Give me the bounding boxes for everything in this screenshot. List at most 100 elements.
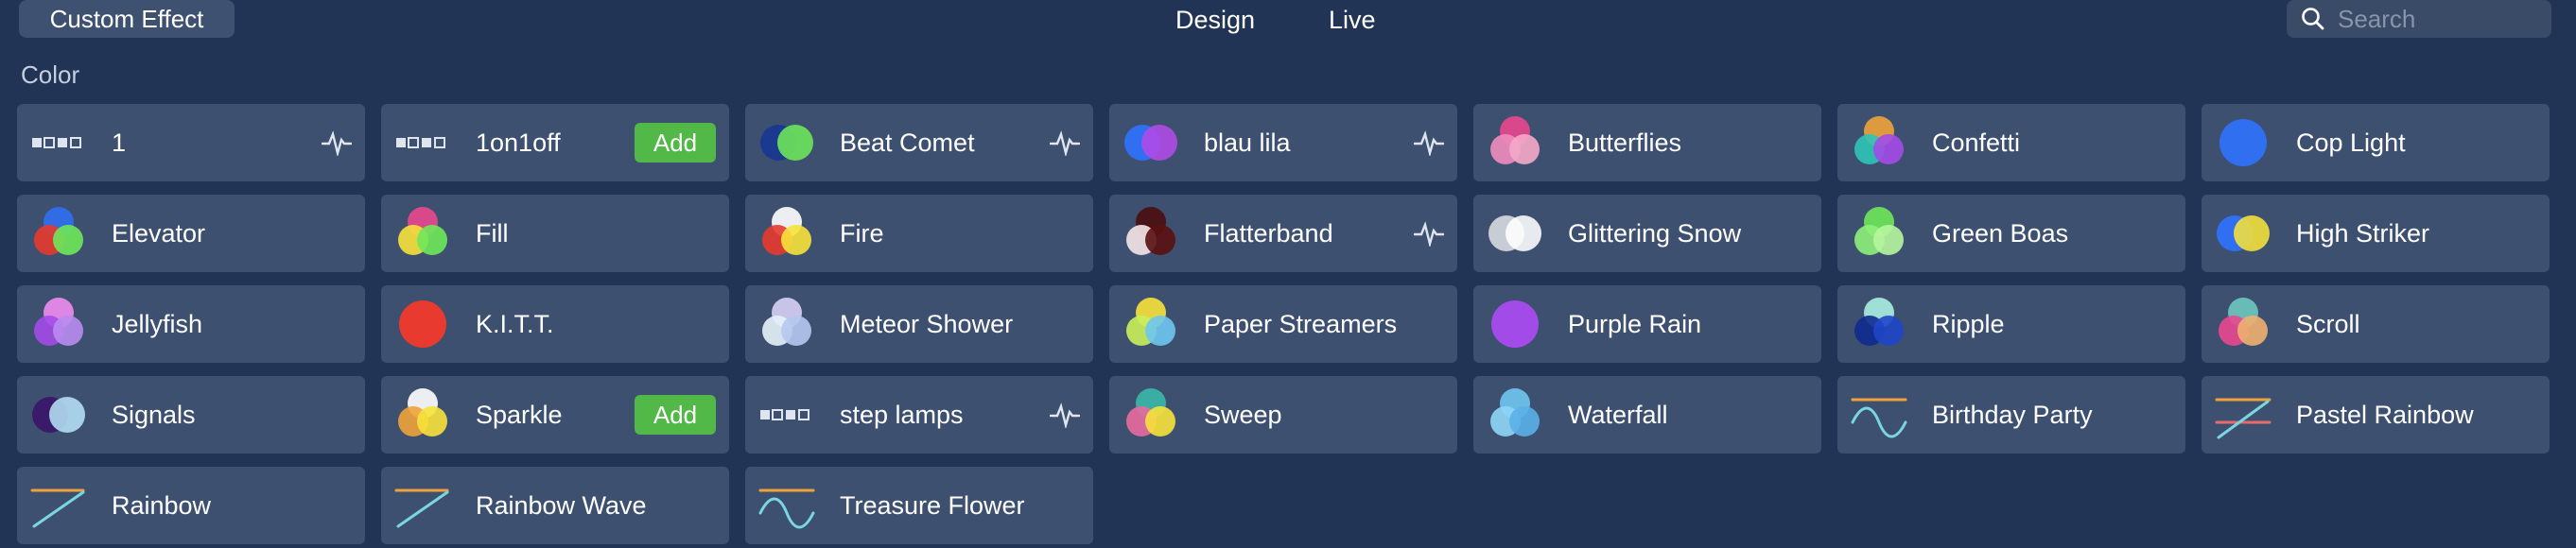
- effect-tile[interactable]: Elevator: [17, 195, 365, 272]
- effect-label: Cop Light: [2296, 128, 2406, 157]
- effect-tile[interactable]: 1: [17, 104, 365, 181]
- effect-label: blau lila: [1204, 128, 1291, 157]
- effect-tile[interactable]: Jellyfish: [17, 285, 365, 363]
- three-circles-icon: [1854, 298, 1904, 346]
- effect-tile[interactable]: Beat Comet: [745, 104, 1093, 181]
- three-circles-icon: [1854, 207, 1904, 255]
- effect-label: Meteor Shower: [840, 310, 1014, 338]
- effect-tile[interactable]: step lamps: [745, 376, 1093, 454]
- three-circles-icon: [1490, 388, 1540, 437]
- three-circles-icon: [34, 298, 83, 346]
- effect-label: Green Boas: [1932, 219, 2069, 248]
- effect-label: Confetti: [1932, 128, 2021, 157]
- effect-label: Waterfall: [1568, 401, 1668, 429]
- effect-label: Flatterband: [1204, 219, 1333, 248]
- effect-tile[interactable]: Flatterband: [1109, 195, 1457, 272]
- pulse-icon[interactable]: [322, 129, 352, 156]
- squares-icon: [32, 137, 81, 148]
- three-circles-icon: [1126, 298, 1175, 346]
- effect-label: Treasure Flower: [840, 491, 1025, 520]
- effect-tile[interactable]: Purple Rain: [1473, 285, 1821, 363]
- effect-tile[interactable]: blau lila: [1109, 104, 1457, 181]
- tab-design[interactable]: Design: [1175, 6, 1255, 34]
- search-icon: [2302, 8, 2324, 30]
- effect-label: Pastel Rainbow: [2296, 401, 2474, 429]
- pulse-icon[interactable]: [1414, 220, 1444, 247]
- two-circles-icon: [32, 397, 85, 433]
- effect-tile[interactable]: Paper Streamers: [1109, 285, 1457, 363]
- pulse-icon[interactable]: [1414, 129, 1444, 156]
- effect-label: Rainbow: [112, 491, 212, 520]
- two-circles-icon: [1488, 215, 1541, 251]
- effect-tile[interactable]: Rainbow: [17, 467, 365, 544]
- pulse-icon[interactable]: [1050, 129, 1080, 156]
- custom-effect-button[interactable]: Custom Effect: [19, 0, 235, 38]
- effect-label: step lamps: [840, 401, 964, 429]
- single-circle-icon: [2219, 119, 2267, 166]
- multi-line-icon: [2215, 398, 2271, 439]
- top-bar: Custom Effect Design Live Search: [0, 0, 2576, 42]
- effect-tile[interactable]: Signals: [17, 376, 365, 454]
- three-circles-icon: [1126, 207, 1175, 255]
- effect-label: Ripple: [1932, 310, 2005, 338]
- effect-tile[interactable]: Rainbow Wave: [381, 467, 729, 544]
- three-circles-icon: [398, 388, 447, 437]
- effect-tile[interactable]: Glittering Snow: [1473, 195, 1821, 272]
- effect-tile[interactable]: Cop Light: [2202, 104, 2550, 181]
- wave-line-icon: [758, 488, 815, 529]
- three-circles-icon: [1490, 116, 1540, 164]
- three-circles-icon: [762, 207, 811, 255]
- effect-tile[interactable]: Sweep: [1109, 376, 1457, 454]
- effect-label: 1: [112, 128, 127, 157]
- pulse-icon[interactable]: [1050, 402, 1080, 428]
- effect-tile[interactable]: Ripple: [1837, 285, 2185, 363]
- effect-tile[interactable]: Fill: [381, 195, 729, 272]
- squares-icon: [760, 409, 809, 420]
- gradient-line-icon: [30, 488, 85, 528]
- effect-tile[interactable]: Waterfall: [1473, 376, 1821, 454]
- effect-tile[interactable]: Scroll: [2202, 285, 2550, 363]
- gradient-line-icon: [394, 488, 449, 528]
- effect-label: Paper Streamers: [1204, 310, 1398, 338]
- tab-live[interactable]: Live: [1329, 6, 1376, 34]
- add-button[interactable]: Add: [635, 123, 716, 163]
- effect-tile[interactable]: Birthday Party: [1837, 376, 2185, 454]
- effect-label: Elevator: [112, 219, 206, 248]
- effect-label: Fill: [476, 219, 509, 248]
- effect-label: Signals: [112, 401, 196, 429]
- effect-tile[interactable]: Confetti: [1837, 104, 2185, 181]
- effects-grid: 1 1on1off Add Beat Comet blau lila Butterflie…: [17, 104, 2550, 544]
- two-circles-icon: [2217, 215, 2270, 251]
- wave-line-icon: [1851, 398, 1907, 438]
- three-circles-icon: [34, 207, 83, 255]
- effect-tile[interactable]: Pastel Rainbow: [2202, 376, 2550, 454]
- two-circles-icon: [760, 125, 813, 161]
- three-circles-icon: [1126, 388, 1175, 437]
- effect-tile[interactable]: High Striker: [2202, 195, 2550, 272]
- effect-label: High Striker: [2296, 219, 2430, 248]
- three-circles-icon: [2219, 298, 2268, 346]
- effect-tile[interactable]: K.I.T.T.: [381, 285, 729, 363]
- two-circles-icon: [1124, 125, 1177, 161]
- effect-label: Butterflies: [1568, 128, 1682, 157]
- search-input[interactable]: Search: [2287, 0, 2551, 38]
- effect-label: Birthday Party: [1932, 401, 2093, 429]
- effect-label: 1on1off: [476, 128, 561, 157]
- add-button[interactable]: Add: [635, 395, 716, 435]
- effect-label: Scroll: [2296, 310, 2360, 338]
- single-circle-icon: [1491, 300, 1539, 348]
- effect-label: K.I.T.T.: [476, 310, 554, 338]
- effect-tile[interactable]: Sparkle Add: [381, 376, 729, 454]
- effect-tile[interactable]: Treasure Flower: [745, 467, 1093, 544]
- search-placeholder: Search: [2338, 5, 2416, 33]
- effect-tile[interactable]: 1on1off Add: [381, 104, 729, 181]
- effect-tile[interactable]: Green Boas: [1837, 195, 2185, 272]
- effect-label: Glittering Snow: [1568, 219, 1742, 248]
- effect-label: Fire: [840, 219, 884, 248]
- effect-label: Rainbow Wave: [476, 491, 647, 520]
- three-circles-icon: [762, 298, 811, 346]
- effect-tile[interactable]: Meteor Shower: [745, 285, 1093, 363]
- squares-icon: [396, 137, 445, 148]
- effect-tile[interactable]: Fire: [745, 195, 1093, 272]
- effect-tile[interactable]: Butterflies: [1473, 104, 1821, 181]
